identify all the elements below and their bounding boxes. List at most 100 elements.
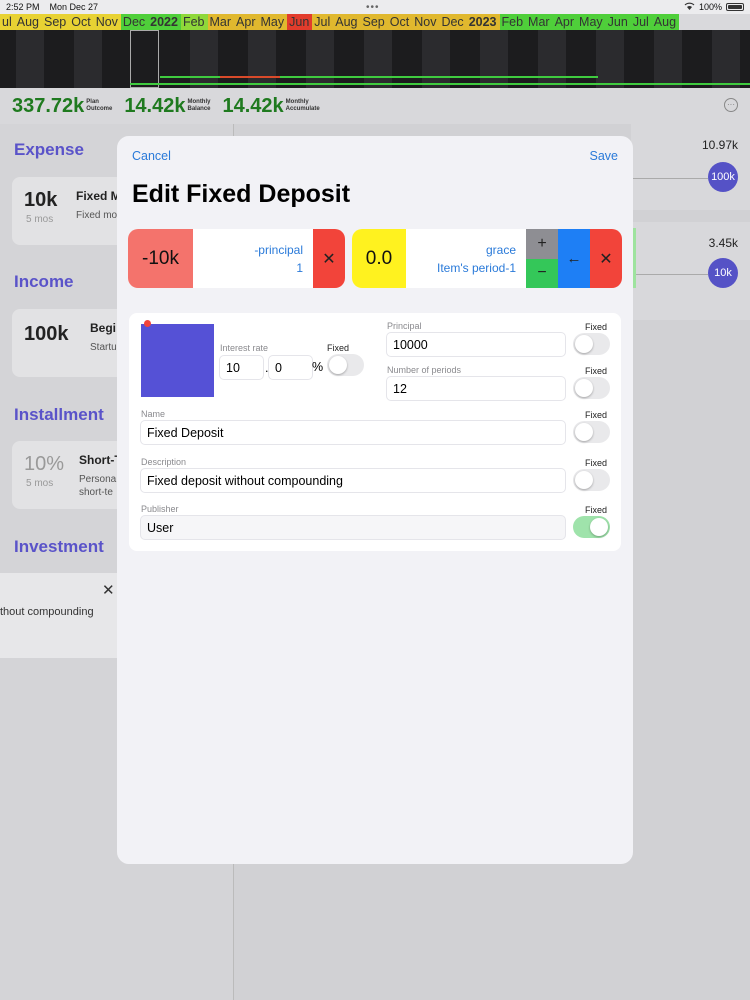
timeline-month[interactable]: Feb (180, 14, 208, 30)
plus-button[interactable]: + (526, 229, 558, 259)
timeline-month[interactable]: Feb (499, 14, 527, 30)
timeline-month[interactable]: Jun (605, 14, 631, 30)
timeline-year[interactable]: 2022 (148, 14, 181, 30)
timeline-month[interactable]: May (577, 14, 606, 30)
timeline-month[interactable]: Aug (651, 14, 680, 30)
status-bar: 2:52 PM Mon Dec 27 ••• 100% (0, 0, 750, 14)
multitasking-dots-icon[interactable]: ••• (366, 2, 380, 13)
step-description[interactable]: -principal 1 (193, 229, 313, 288)
timeline-month[interactable]: Nov (93, 14, 121, 30)
timeline-month[interactable]: Nov (412, 14, 440, 30)
cancel-button[interactable]: Cancel (132, 149, 171, 163)
number-of-periods-input[interactable]: 12 (386, 376, 566, 401)
timeline-month[interactable]: Sep (41, 14, 70, 30)
battery-percent: 100% (698, 2, 722, 12)
timeline-month-strip[interactable]: ul Aug Sep Oct Nov Dec 2022 Feb Mar Apr May Jun Jul A… (0, 14, 750, 30)
name-input[interactable]: Fixed Deposit (140, 420, 566, 445)
timeline-month[interactable]: Apr (552, 14, 578, 30)
plan-outcome-label: Plan Outcome (86, 99, 113, 112)
income-section-title: Income (14, 272, 74, 291)
list-item[interactable]: 10.97k 100k (631, 124, 750, 210)
number-of-periods-label: Number of periods (387, 365, 462, 375)
name-label: Name (141, 409, 166, 419)
close-icon[interactable]: ✕ (102, 581, 115, 599)
principal-fixed-toggle[interactable] (573, 333, 610, 355)
expense-section-title: Expense (14, 140, 84, 159)
periods-fixed-toggle[interactable] (573, 377, 610, 399)
timeline-month[interactable]: Mar (526, 14, 553, 30)
fixed-label: Fixed (585, 410, 608, 420)
more-options-icon[interactable]: ··· (724, 98, 738, 112)
wifi-icon (684, 2, 695, 12)
publisher-label: Publisher (141, 504, 179, 514)
timeline-month[interactable]: Mar (207, 14, 235, 30)
timeline-month[interactable]: ul (0, 14, 15, 30)
investment-section-title: Investment (14, 537, 104, 556)
timeline-month[interactable]: Dec (439, 14, 467, 30)
timeline-month[interactable]: Apr (234, 14, 259, 30)
interest-fixed-toggle[interactable] (327, 354, 364, 376)
fixed-label: Fixed (327, 343, 350, 353)
principal-step-card: -10k -principal 1 ✕ (128, 229, 345, 288)
color-indicator-dot (144, 320, 151, 327)
monthly-accumulate-value: 14.42k (222, 94, 284, 117)
timeline-year[interactable]: 2023 (466, 14, 500, 30)
timeline-month[interactable]: Sep (360, 14, 388, 30)
interest-rate-fraction-input[interactable]: 0 (268, 355, 313, 380)
status-date: Mon Dec 27 (49, 2, 99, 12)
grace-step-card: 0.0 grace Item's period-1 + − ← ✕ (352, 229, 622, 288)
remove-step-button[interactable]: ✕ (590, 229, 622, 288)
publisher-fixed-toggle[interactable] (573, 516, 610, 538)
description-label: Description (141, 457, 187, 467)
color-swatch[interactable] (141, 324, 214, 397)
step-value[interactable]: 0.0 (352, 229, 406, 288)
name-fixed-toggle[interactable] (573, 421, 610, 443)
timeline-month[interactable]: Jun (287, 14, 313, 30)
interest-rate-integer-input[interactable]: 10 (219, 355, 264, 380)
timeline-month[interactable]: Dec (120, 14, 149, 30)
step-value[interactable]: -10k (128, 229, 193, 288)
save-button[interactable]: Save (590, 149, 619, 163)
fixed-label: Fixed (585, 366, 608, 376)
monthly-balance-value: 14.42k (124, 94, 186, 117)
remove-step-button[interactable]: ✕ (313, 229, 345, 288)
installment-section-title: Installment (14, 405, 104, 424)
monthly-balance-label: Monthly Balance (187, 99, 211, 112)
fixed-label: Fixed (585, 505, 608, 515)
publisher-field: User (140, 515, 566, 540)
list-item[interactable]: 3.45k 10k (631, 222, 750, 320)
plan-outcome-value: 337.72k (12, 94, 85, 117)
timeline-month[interactable]: Aug (333, 14, 361, 30)
description-input[interactable]: Fixed deposit without compounding (140, 468, 566, 493)
value-badge: 100k (708, 162, 738, 192)
timeline-month[interactable]: Aug (14, 14, 42, 30)
timeline-selection[interactable] (130, 30, 159, 88)
timeline-month[interactable]: Jul (312, 14, 334, 30)
step-description[interactable]: grace Item's period-1 (406, 229, 526, 288)
fixed-label: Fixed (585, 458, 608, 468)
deposit-form: Interest rate 10 . 0 % Fixed Principal 1… (129, 313, 621, 551)
principal-label: Principal (387, 321, 422, 331)
dialog-title: Edit Fixed Deposit (132, 180, 351, 208)
timeline-month[interactable]: Jul (630, 14, 652, 30)
description-fixed-toggle[interactable] (573, 469, 610, 491)
fixed-label: Fixed (585, 322, 608, 332)
plan-outcome: 337.72k Plan Outcome (12, 95, 112, 118)
monthly-accumulate: 14.42k Monthly Accumulate (223, 95, 320, 118)
timeline-month[interactable]: May (258, 14, 288, 30)
battery-icon (726, 3, 744, 11)
edit-fixed-deposit-dialog: Cancel Save Edit Fixed Deposit -10k -pri… (117, 136, 633, 864)
minus-button[interactable]: − (526, 258, 558, 288)
monthly-accumulate-label: Monthly Accumulate (285, 99, 320, 112)
principal-input[interactable]: 10000 (386, 332, 566, 357)
interest-rate-label: Interest rate (220, 343, 269, 353)
status-time: 2:52 PM (6, 2, 40, 12)
timeline-month[interactable]: Oct (387, 14, 413, 30)
timeline-month[interactable]: Oct (69, 14, 94, 30)
value-badge: 10k (708, 258, 738, 288)
percent-sign: % (312, 360, 324, 374)
timeline-chart[interactable] (0, 30, 750, 88)
summary-bar: 337.72k Plan Outcome 14.42k Monthly Balanc… (0, 88, 750, 124)
monthly-balance: 14.42k Monthly Balance (124, 95, 210, 118)
arrow-left-icon[interactable]: ← (558, 229, 590, 288)
